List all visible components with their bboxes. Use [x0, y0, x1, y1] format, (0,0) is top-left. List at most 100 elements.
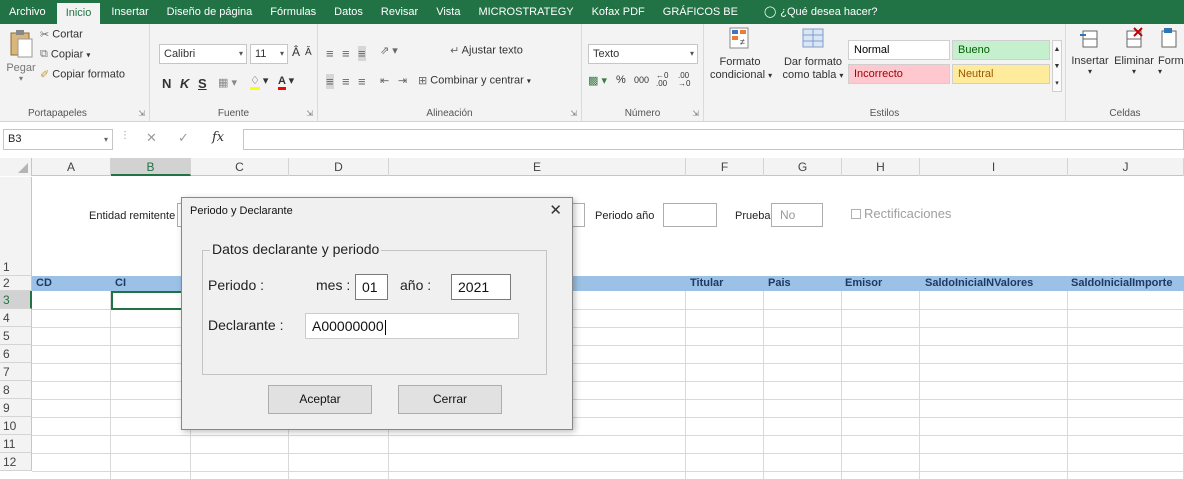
- group-label-number: Número: [624, 108, 661, 119]
- percent-button[interactable]: %: [616, 74, 626, 86]
- column-header-a[interactable]: A: [32, 158, 111, 176]
- fx-icon[interactable]: fx: [212, 130, 224, 145]
- borders-icon[interactable]: ▦ ▾: [218, 76, 237, 89]
- name-box[interactable]: B3 ▾: [3, 129, 113, 150]
- row-header-8[interactable]: 8: [0, 381, 32, 399]
- dialog-launcher-icon[interactable]: ⇲: [138, 109, 145, 118]
- anio-input[interactable]: 2021: [451, 274, 511, 300]
- menu-item-gráficos-be[interactable]: GRÁFICOS BE: [654, 0, 747, 24]
- row-header-9[interactable]: 9: [0, 399, 32, 417]
- close-icon[interactable]: ✕: [549, 201, 562, 219]
- row-header-6[interactable]: 6: [0, 345, 32, 363]
- cerrar-button[interactable]: Cerrar: [398, 385, 502, 414]
- number-format-select[interactable]: Texto ▾: [588, 44, 698, 64]
- gallery-scrollbar[interactable]: ▲ ▼ ▾: [1052, 40, 1062, 92]
- cut-button[interactable]: ✂ Cortar: [40, 28, 83, 41]
- fill-color-icon[interactable]: ♢ ▾: [250, 74, 268, 90]
- menu-item-inicio[interactable]: Inicio: [56, 3, 101, 24]
- column-header-e[interactable]: E: [389, 158, 686, 176]
- align-left-icon[interactable]: ≡: [326, 74, 334, 89]
- merge-center-button[interactable]: ⊞ Combinar y centrar ▾: [418, 74, 531, 87]
- menu-item-revisar[interactable]: Revisar: [372, 0, 427, 24]
- menu-item-archivo[interactable]: Archivo: [0, 0, 55, 24]
- declarante-input[interactable]: A00000000: [305, 313, 519, 339]
- shrink-font-icon[interactable]: Ǎ: [305, 47, 312, 58]
- underline-button[interactable]: S: [198, 76, 207, 91]
- decrease-decimal-icon[interactable]: .00 →0: [678, 72, 690, 88]
- select-all-corner[interactable]: [0, 158, 32, 176]
- row-header-5[interactable]: 5: [0, 327, 32, 345]
- menu-item-datos[interactable]: Datos: [325, 0, 372, 24]
- group-label-styles: Estilos: [869, 108, 900, 119]
- align-middle-icon[interactable]: ≡: [342, 46, 350, 61]
- dialog-launcher-icon[interactable]: ⇲: [570, 109, 577, 118]
- format-painter-button[interactable]: ✐ Copiar formato: [40, 68, 125, 81]
- conditional-format-button[interactable]: ≠ Formato condicional ▾: [710, 26, 772, 82]
- mes-input[interactable]: 01: [355, 274, 388, 300]
- bold-button[interactable]: N: [162, 76, 171, 91]
- wrap-text-button[interactable]: ↵ Ajustar texto: [450, 44, 523, 57]
- menu-item-insertar[interactable]: Insertar: [102, 0, 157, 24]
- column-header-c[interactable]: C: [191, 158, 289, 176]
- menu-item-fórmulas[interactable]: Fórmulas: [261, 0, 325, 24]
- thousands-button[interactable]: 000: [634, 75, 649, 85]
- cell-style-neutral[interactable]: Neutral: [952, 64, 1050, 84]
- decrease-indent-icon[interactable]: ⇤: [380, 74, 389, 87]
- cell-style-normal[interactable]: Normal: [848, 40, 950, 60]
- copy-button[interactable]: ⧉ Copiar ▾: [40, 48, 90, 61]
- row-header-12[interactable]: 12: [0, 453, 32, 471]
- pruebas-input[interactable]: No: [771, 203, 823, 227]
- menu-item-diseño-de-página[interactable]: Diseño de página: [158, 0, 262, 24]
- group-label-clipboard: Portapapeles: [28, 108, 87, 119]
- column-header-i[interactable]: I: [920, 158, 1068, 176]
- italic-button[interactable]: K: [180, 76, 189, 91]
- insert-cells-button[interactable]: Insertar ▾: [1070, 26, 1110, 76]
- row-header-11[interactable]: 11: [0, 435, 32, 453]
- enter-icon[interactable]: ✓: [178, 130, 189, 146]
- column-header-f[interactable]: F: [686, 158, 764, 176]
- align-top-icon[interactable]: ≡: [326, 46, 334, 61]
- increase-decimal-icon[interactable]: ←0.00: [656, 72, 668, 88]
- menu-item-kofax-pdf[interactable]: Kofax PDF: [583, 0, 654, 24]
- font-color-icon[interactable]: A ▾: [278, 74, 294, 90]
- cancel-icon[interactable]: ✕: [146, 130, 157, 146]
- dialog-launcher-icon[interactable]: ⇲: [692, 109, 699, 118]
- formula-input[interactable]: [243, 129, 1184, 150]
- currency-icon[interactable]: ▩ ▾: [588, 74, 607, 87]
- increase-indent-icon[interactable]: ⇥: [398, 74, 407, 87]
- aceptar-button[interactable]: Aceptar: [268, 385, 372, 414]
- rectificaciones-checkbox[interactable]: [851, 209, 861, 219]
- row-header-10[interactable]: 10: [0, 417, 32, 435]
- paste-button[interactable]: Pegar ▾: [6, 29, 36, 83]
- delete-cells-button[interactable]: Eliminar ▾: [1112, 26, 1156, 76]
- group-font: Calibri ▾ 11 ▾ Â Ǎ N K S ▦ ▾ ♢ ▾ A ▾ Fue…: [150, 24, 318, 122]
- selected-cell-b3[interactable]: [111, 291, 193, 312]
- sheet-textbox[interactable]: [571, 203, 585, 227]
- align-bottom-icon[interactable]: ≡: [358, 46, 366, 61]
- menu-item-vista[interactable]: Vista: [427, 0, 469, 24]
- orientation-icon[interactable]: ⇗ ▾: [380, 44, 398, 57]
- font-size-select[interactable]: 11 ▾: [250, 44, 288, 64]
- dialog-launcher-icon[interactable]: ⇲: [306, 109, 313, 118]
- row-header-7[interactable]: 7: [0, 363, 32, 381]
- format-cells-button[interactable]: Form ▾: [1158, 26, 1184, 76]
- align-center-icon[interactable]: ≡: [342, 74, 350, 89]
- cell-style-bueno[interactable]: Bueno: [952, 40, 1050, 60]
- font-name-select[interactable]: Calibri ▾: [159, 44, 247, 64]
- column-header-g[interactable]: G: [764, 158, 842, 176]
- column-header-b[interactable]: B: [111, 158, 191, 176]
- tell-me-search[interactable]: ◯ ¿Qué desea hacer?: [755, 0, 887, 24]
- column-header-h[interactable]: H: [842, 158, 920, 176]
- row-header-4[interactable]: 4: [0, 309, 32, 327]
- format-as-table-button[interactable]: Dar formato como tabla ▾: [780, 26, 846, 82]
- column-header-d[interactable]: D: [289, 158, 389, 176]
- periodo-anio-input[interactable]: [663, 203, 717, 227]
- row-header-1[interactable]: 1: [0, 177, 32, 276]
- cell-style-incorrecto[interactable]: Incorrecto: [848, 64, 950, 84]
- column-header-j[interactable]: J: [1068, 158, 1184, 176]
- align-right-icon[interactable]: ≡: [358, 74, 366, 89]
- row-header-2[interactable]: 2: [0, 276, 32, 291]
- grow-font-icon[interactable]: Â: [292, 45, 300, 59]
- menu-item-microstrategy[interactable]: MICROSTRATEGY: [469, 0, 582, 24]
- row-header-3[interactable]: 3: [0, 291, 32, 309]
